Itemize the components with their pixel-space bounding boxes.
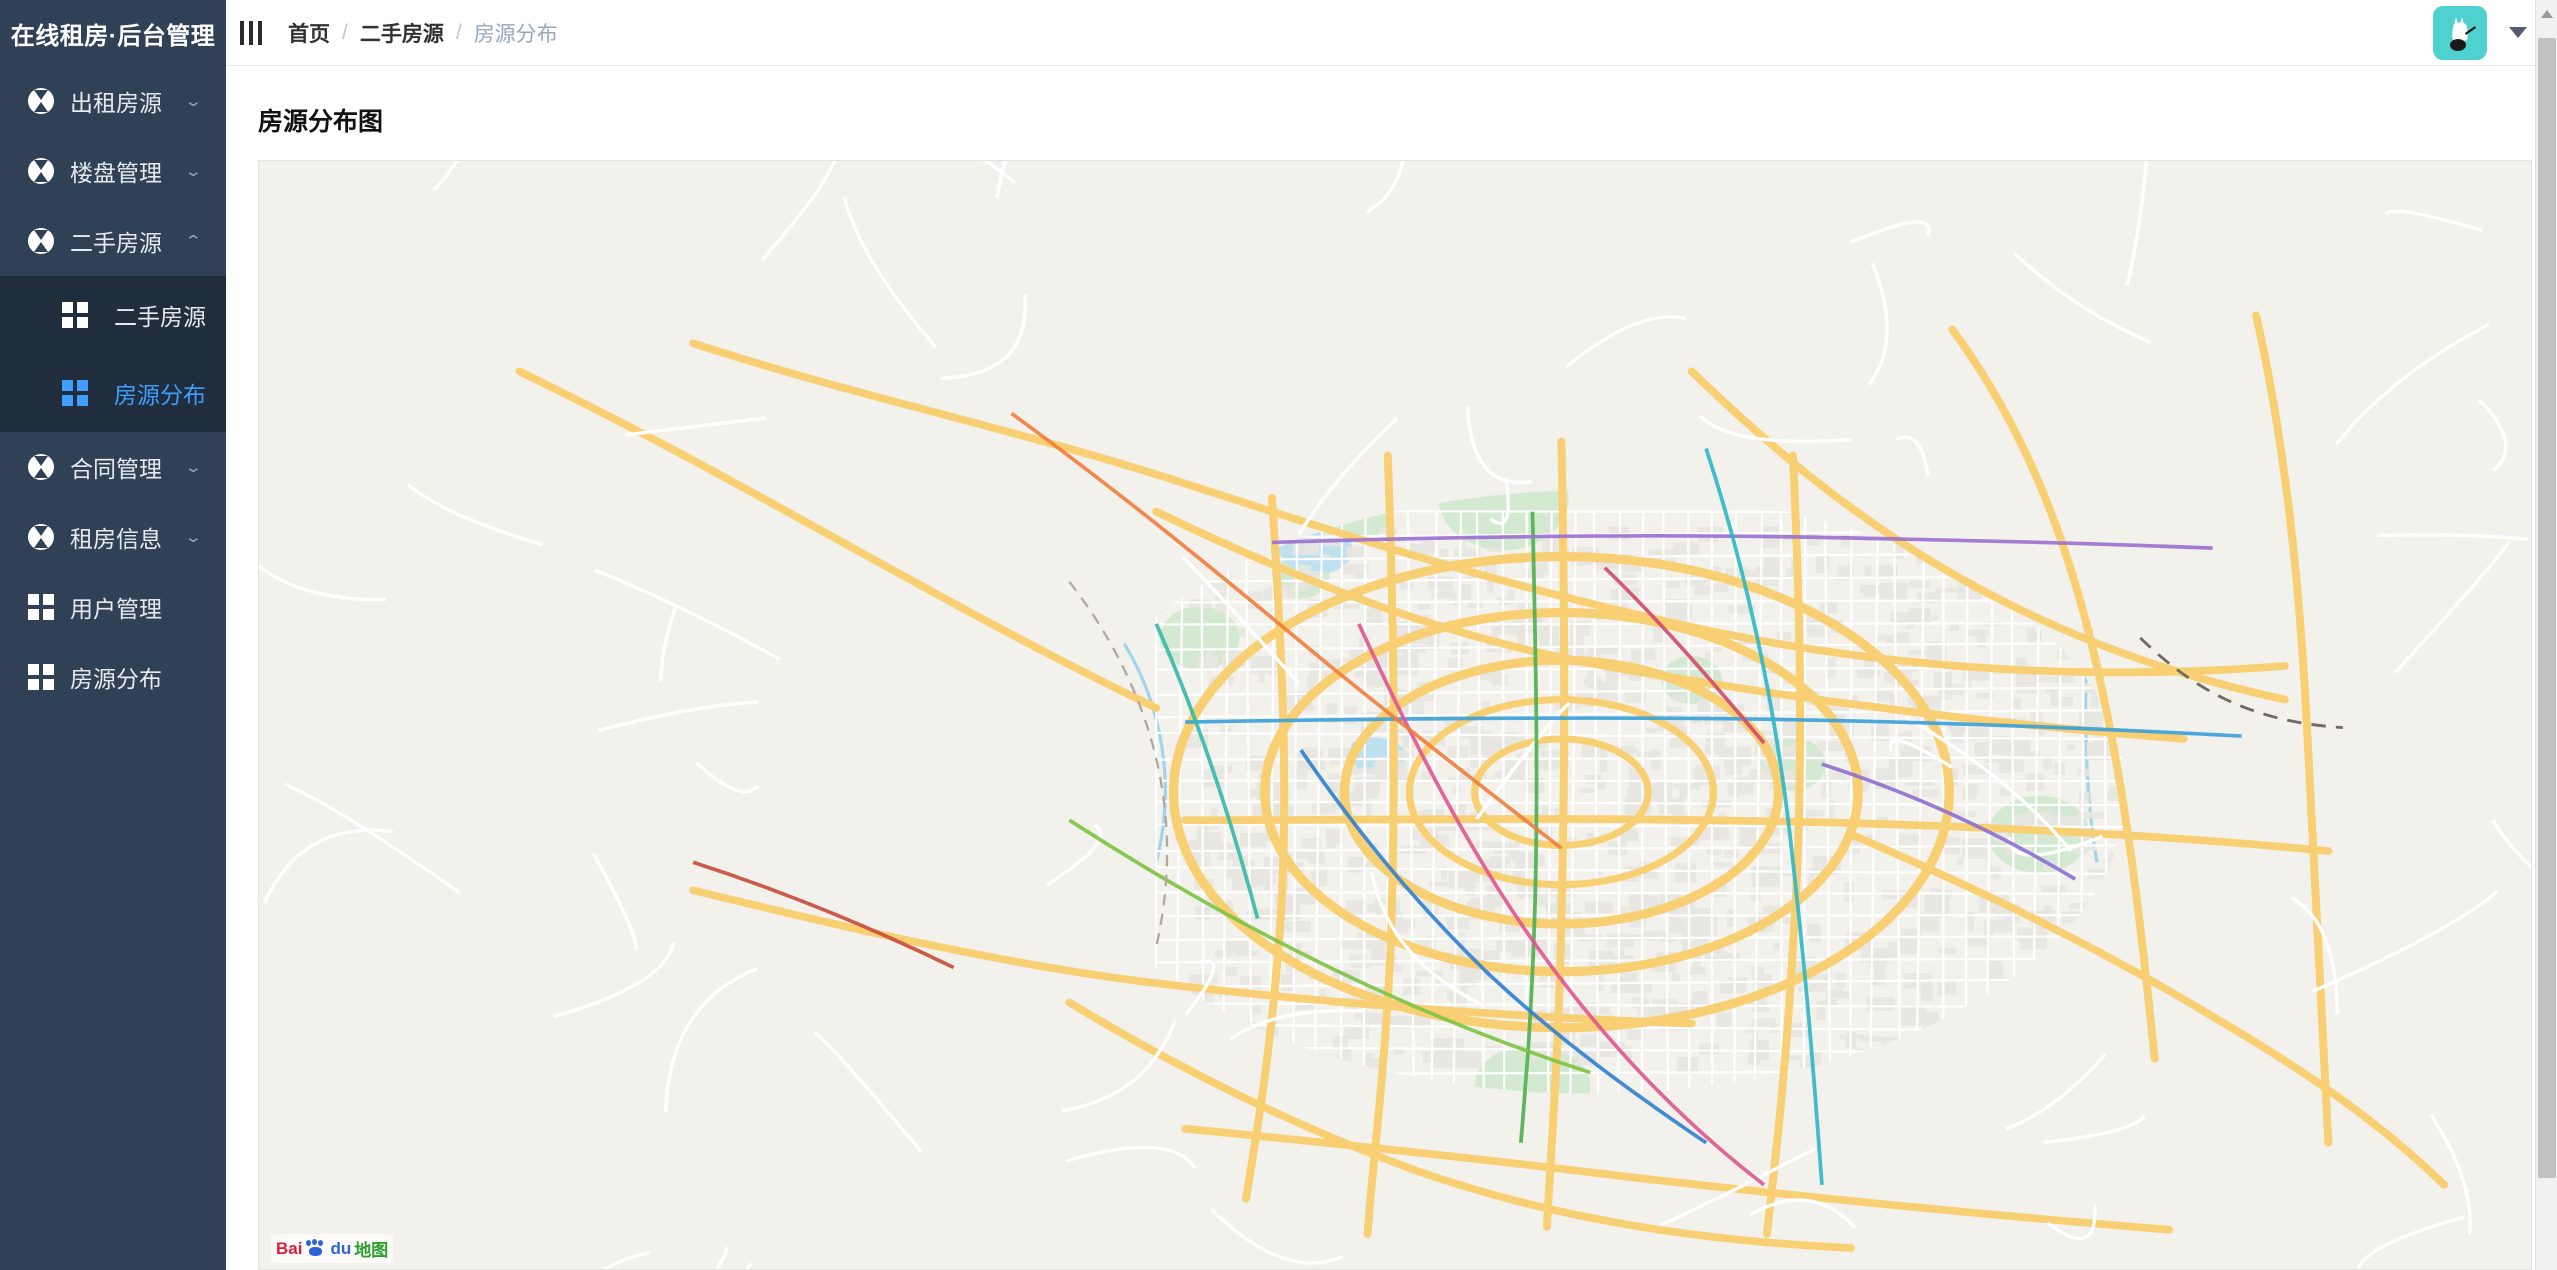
sidebar-subitem-label: 房源分布: [114, 382, 206, 408]
breadcrumb: 首页 / 二手房源 / 房源分布: [288, 18, 558, 48]
breadcrumb-separator: /: [342, 20, 348, 44]
sidebar-item-rental-listings[interactable]: 出租房源 ⌄: [0, 66, 226, 136]
grid-icon: [28, 594, 70, 620]
compass-icon: [28, 524, 70, 550]
sidebar-item-label: 租房信息: [70, 526, 162, 552]
scroll-up-arrow-icon[interactable]: [2541, 10, 2553, 18]
chevron-down-icon: ⌄: [184, 459, 204, 476]
hamburger-icon[interactable]: [240, 20, 262, 45]
map-canvas[interactable]: [259, 161, 2531, 1269]
sidebar-item-label: 合同管理: [70, 456, 162, 482]
breadcrumb-separator: /: [455, 20, 462, 44]
chevron-down-icon: ⌄: [184, 529, 204, 546]
sidebar-item-property-management[interactable]: 楼盘管理 ⌄: [0, 136, 226, 206]
sidebar-item-user-management[interactable]: 用户管理: [0, 572, 226, 642]
baidu-map-logo: Bai du 地图: [271, 1234, 394, 1263]
chevron-up-icon: ⌃: [184, 233, 204, 250]
main-content: 首页 / 二手房源 / 房源分布 房源分布图 Bai du 地图: [226, 0, 2557, 1270]
breadcrumb-item-home[interactable]: 首页: [288, 18, 330, 48]
sidebar-item-label: 出租房源: [70, 90, 162, 116]
baidu-logo-text-map: 地图: [354, 1241, 389, 1260]
avatar[interactable]: [2433, 5, 2487, 60]
sidebar-item-label: 二手房源: [70, 230, 162, 256]
scrollbar-thumb[interactable]: [2538, 38, 2556, 1178]
compass-icon: [28, 88, 70, 114]
baidu-logo-text-bai: Bai: [276, 1238, 303, 1258]
app-root: 在线租房·后台管理 出租房源 ⌄ 楼盘管理 ⌄ 二手房源 ⌃ 二手房源 房源分布…: [0, 0, 2557, 1270]
page-scrollbar[interactable]: [2535, 0, 2557, 1270]
grid-icon: [28, 664, 70, 690]
baidu-logo-text-du: du: [330, 1238, 352, 1258]
compass-icon: [28, 158, 70, 184]
baidu-paw-icon: [305, 1238, 327, 1258]
sidebar-item-label: 房源分布: [70, 666, 162, 692]
grid-icon: [62, 380, 114, 406]
sidebar: 在线租房·后台管理 出租房源 ⌄ 楼盘管理 ⌄ 二手房源 ⌃ 二手房源 房源分布…: [0, 0, 226, 1270]
sidebar-item-contract-management[interactable]: 合同管理 ⌄: [0, 432, 226, 502]
compass-icon: [28, 454, 70, 480]
chevron-down-icon: ⌄: [184, 93, 204, 110]
sidebar-item-label: 楼盘管理: [70, 160, 162, 186]
sidebar-subitem-label: 二手房源: [114, 304, 206, 330]
sidebar-subitem-listing-distribution[interactable]: 房源分布: [0, 354, 226, 432]
grid-icon: [62, 302, 114, 328]
sidebar-item-rental-info[interactable]: 租房信息 ⌄: [0, 502, 226, 572]
app-brand-title: 在线租房·后台管理: [10, 22, 216, 50]
breadcrumb-item-secondhand[interactable]: 二手房源: [360, 18, 444, 48]
sidebar-submenu-secondhand: 二手房源 房源分布: [0, 276, 226, 432]
chevron-down-icon: ⌄: [184, 163, 204, 180]
compass-icon: [28, 228, 70, 254]
user-avatar-cat-icon: [2450, 16, 2476, 51]
top-bar: 首页 / 二手房源 / 房源分布: [226, 0, 2557, 66]
page-title: 房源分布图: [258, 108, 384, 136]
caret-down-icon[interactable]: [2509, 27, 2527, 38]
sidebar-item-label: 用户管理: [70, 596, 162, 622]
map-container[interactable]: 王八勃子山活山洞韩台村神房琅洞村南山村蒋子水村妙峰山森林公园神泉峡风景区灵溪风景…: [258, 160, 2532, 1270]
sidebar-item-listing-distribution[interactable]: 房源分布: [0, 642, 226, 712]
sidebar-item-secondhand-listings[interactable]: 二手房源 ⌃: [0, 206, 226, 276]
sidebar-menu: 出租房源 ⌄ 楼盘管理 ⌄ 二手房源 ⌃ 二手房源 房源分布 合同管理 ⌄ 租房…: [0, 66, 226, 1270]
sidebar-subitem-secondhand-listings[interactable]: 二手房源: [0, 276, 226, 354]
breadcrumb-item-current: 房源分布: [473, 22, 558, 46]
